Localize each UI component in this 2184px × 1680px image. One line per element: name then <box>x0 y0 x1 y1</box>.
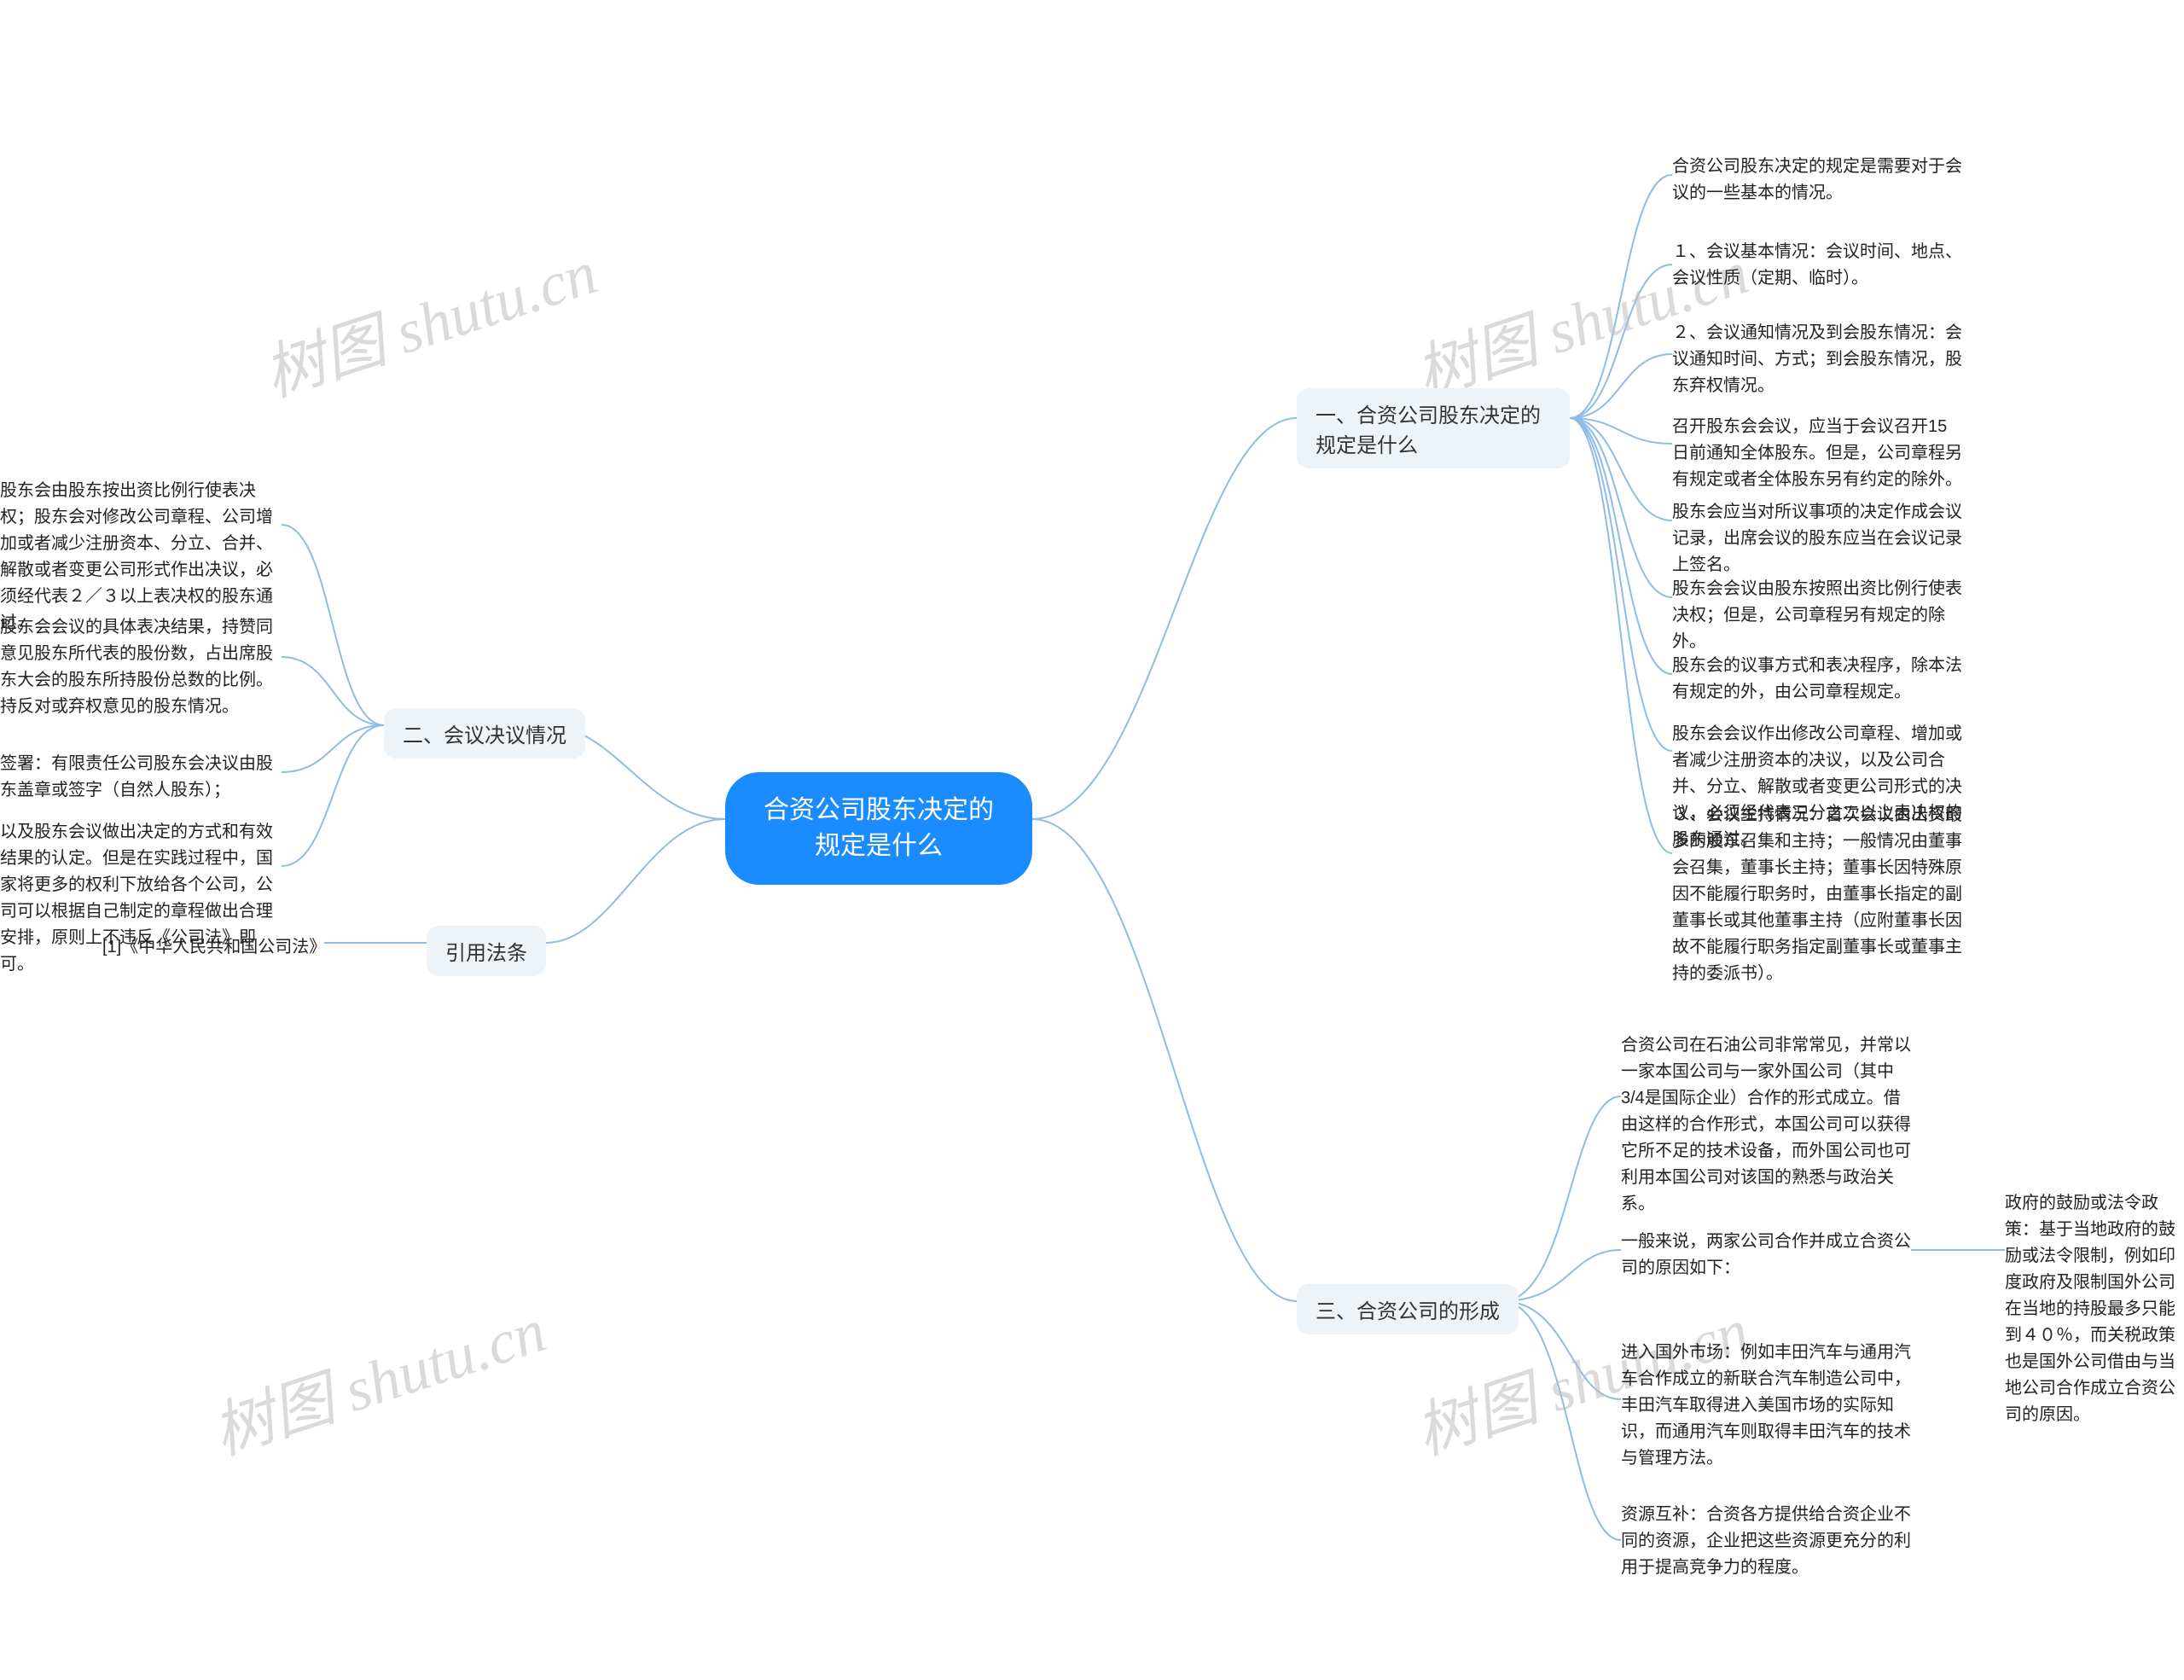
leaf-s2-0: 股东会由股东按出资比例行使表决权；股东会对修改公司章程、公司增加或者减少注册资本… <box>0 478 282 637</box>
leaf-s3-1: 一般来说，两家公司合作并成立合资公司的原因如下： <box>1621 1229 1911 1282</box>
center-topic[interactable]: 合资公司股东决定的规定是什么 <box>725 772 1032 885</box>
leaf-s1-3: 召开股东会会议，应当于会议召开15日前通知全体股东。但是，公司章程另有规定或者全… <box>1672 414 1962 493</box>
leaf-cite-0: [1]《中华人民共和国公司法》 <box>102 934 324 961</box>
leaf-s3-3: 资源互补：合资各方提供给合资企业不同的资源，企业把这些资源更充分的利用于提高竞争… <box>1621 1502 1911 1581</box>
branch-section2[interactable]: 二、会议决议情况 <box>384 708 585 759</box>
leaf-s1-6: 股东会的议事方式和表决程序，除本法有规定的外，由公司章程规定。 <box>1672 653 1962 706</box>
leaf-s1-8: ３、会议主持情况：首次会议由出资最多的股东召集和主持；一般情况由董事会召集，董事… <box>1672 802 1962 987</box>
watermark: 树图 shutu.cn <box>200 1280 555 1472</box>
watermark: 树图 shutu.cn <box>251 222 607 414</box>
leaf-s3-0: 合资公司在石油公司非常常见，并常以一家本国公司与一家外国公司（其中3/4是国际企… <box>1621 1032 1911 1218</box>
branch-section3[interactable]: 三、合资公司的形成 <box>1297 1284 1519 1334</box>
branch-section1[interactable]: 一、合资公司股东决定的规定是什么 <box>1297 388 1570 468</box>
leaf-s1-5: 股东会会议由股东按照出资比例行使表决权；但是，公司章程另有规定的除外。 <box>1672 576 1962 655</box>
branch-cite[interactable]: 引用法条 <box>427 926 546 976</box>
leaf-s1-0: 合资公司股东决定的规定是需要对于会议的一些基本的情况。 <box>1672 154 1962 206</box>
leaf-s2-1: 股东会会议的具体表决结果，持赞同意见股东所代表的股份数，占出席股东大会的股东所持… <box>0 614 282 720</box>
leaf-s1-1: １、会议基本情况：会议时间、地点、会议性质（定期、临时）。 <box>1672 239 1962 292</box>
leaf-s1-4: 股东会应当对所议事项的决定作成会议记录，出席会议的股东应当在会议记录上签名。 <box>1672 499 1962 578</box>
leaf-s2-2: 签署：有限责任公司股东会决议由股东盖章或签字（自然人股东）； <box>0 751 282 804</box>
mindmap-canvas: 树图 shutu.cn 树图 shutu.cn 树图 shutu.cn 树图 s… <box>0 0 2184 1680</box>
leaf-s3-2: 进入国外市场：例如丰田汽车与通用汽车合作成立的新联合汽车制造公司中，丰田汽车取得… <box>1621 1340 1911 1472</box>
leaf-s1-2: ２、会议通知情况及到会股东情况：会议通知时间、方式；到会股东情况，股东弃权情况。 <box>1672 320 1962 399</box>
leaf-s3-1a: 政府的鼓励或法令政策：基于当地政府的鼓励或法令限制，例如印度政府及限制国外公司在… <box>2005 1190 2175 1428</box>
